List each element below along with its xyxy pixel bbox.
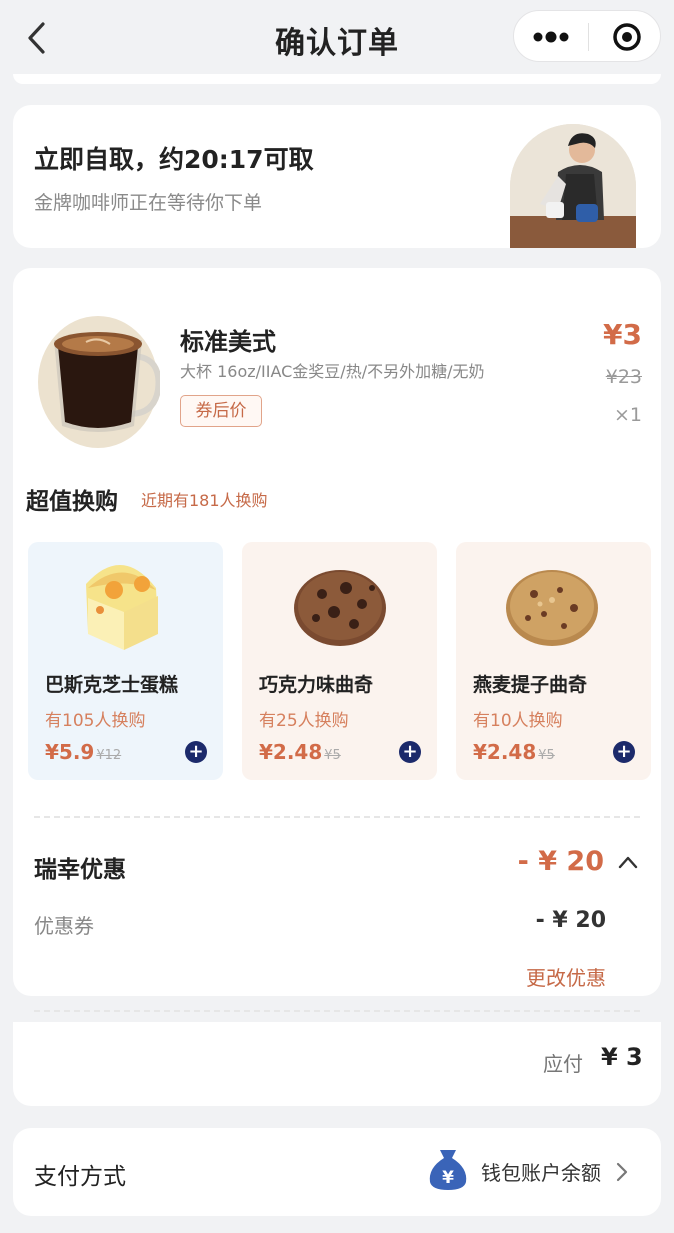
addon-section-title: 超值换购 bbox=[26, 489, 118, 515]
product-price: ¥3 bbox=[603, 318, 642, 351]
payment-method: 钱包账户余额 bbox=[481, 1161, 601, 1185]
chevron-right-icon bbox=[614, 1160, 630, 1184]
change-coupon-link[interactable]: 更改优惠 bbox=[526, 962, 606, 991]
americano-image bbox=[38, 310, 162, 448]
divider bbox=[34, 1010, 640, 1012]
mini-program-capsule bbox=[513, 10, 661, 62]
addon-section-note: 近期有181人换购 bbox=[141, 491, 268, 510]
barista-image bbox=[510, 124, 636, 248]
addon-count: 有10人换购 bbox=[473, 711, 563, 731]
nav-bar: 确认订单 bbox=[0, 0, 674, 78]
product-quantity: ×1 bbox=[613, 404, 642, 426]
addon-original-price: ¥5 bbox=[538, 748, 555, 763]
amount-due-label: 应付 bbox=[543, 1052, 583, 1076]
discount-title: 瑞幸优惠 bbox=[34, 857, 126, 883]
chocolate-cookie-image bbox=[242, 548, 437, 666]
chevron-up-icon bbox=[618, 856, 638, 869]
cheesecake-image bbox=[28, 548, 223, 666]
collapse-discount-button[interactable] bbox=[616, 852, 640, 872]
addon-item-oat-raisin-cookie[interactable]: 燕麦提子曲奇 有10人换购 ¥2.48 ¥5 + bbox=[456, 542, 651, 780]
divider bbox=[34, 816, 640, 818]
pickup-time: 立即自取，约20:17可取 bbox=[34, 145, 314, 174]
addon-price: ¥5.9 ¥12 bbox=[45, 740, 122, 764]
close-mini-program-button[interactable] bbox=[589, 11, 662, 63]
product-original-price: ¥23 bbox=[605, 366, 642, 388]
oat-cookie-image bbox=[456, 548, 651, 666]
addon-original-price: ¥12 bbox=[96, 748, 122, 763]
addon-item-chocolate-cookie[interactable]: 巧克力味曲奇 有25人换购 ¥2.48 ¥5 + bbox=[242, 542, 437, 780]
add-oat-cookie-button[interactable]: + bbox=[613, 741, 635, 763]
coupon-price-tag: 券后价 bbox=[180, 395, 262, 427]
svg-text:¥: ¥ bbox=[442, 1168, 454, 1188]
more-button[interactable] bbox=[514, 11, 588, 63]
wallet-icon: ¥ bbox=[428, 1148, 468, 1190]
pickup-subtitle: 金牌咖啡师正在等待你下单 bbox=[34, 192, 263, 214]
product-name: 标准美式 bbox=[180, 328, 276, 356]
addon-name: 燕麦提子曲奇 bbox=[473, 674, 588, 696]
addon-item-cheesecake[interactable]: 巴斯克芝士蛋糕 有105人换购 ¥5.9 ¥12 + bbox=[28, 542, 223, 780]
amount-due-value: ¥ 3 bbox=[601, 1043, 643, 1071]
addon-count: 有105人换购 bbox=[45, 711, 146, 731]
addon-price: ¥2.48 ¥5 bbox=[259, 740, 341, 764]
product-spec: 大杯 16oz/IIAC金奖豆/热/不另外加糖/无奶 bbox=[180, 362, 485, 381]
add-cheesecake-button[interactable]: + bbox=[185, 741, 207, 763]
discount-total: - ¥ 20 bbox=[517, 846, 604, 877]
coupon-value: - ¥ 20 bbox=[535, 908, 606, 933]
addon-count: 有25人换购 bbox=[259, 711, 349, 731]
payment-label: 支付方式 bbox=[34, 1164, 126, 1190]
previous-card-edge bbox=[13, 74, 661, 84]
addon-name: 巧克力味曲奇 bbox=[259, 674, 374, 696]
coupon-label: 优惠券 bbox=[34, 914, 94, 938]
more-dots-icon bbox=[533, 31, 569, 43]
addon-price: ¥2.48 ¥5 bbox=[473, 740, 555, 764]
addon-name: 巴斯克芝士蛋糕 bbox=[45, 674, 179, 696]
target-icon bbox=[613, 23, 641, 51]
addon-original-price: ¥5 bbox=[324, 748, 341, 763]
add-chocolate-cookie-button[interactable]: + bbox=[399, 741, 421, 763]
